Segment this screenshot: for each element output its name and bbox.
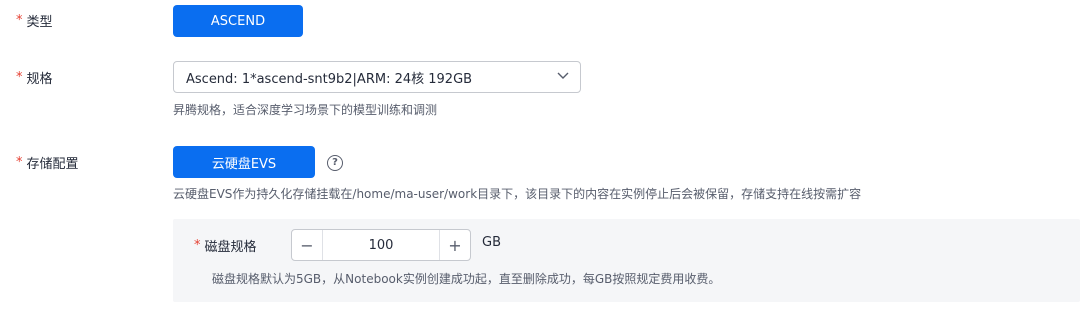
spec-label: * 规格 xyxy=(16,67,53,87)
disk-size-input[interactable]: 100 xyxy=(322,230,440,260)
disk-label: * 磁盘规格 xyxy=(194,235,257,255)
help-circle-icon[interactable]: ? xyxy=(327,155,343,171)
disk-label-text: 磁盘规格 xyxy=(204,239,257,255)
disk-hint: 磁盘规格默认为5GB，从Notebook实例创建成功起，直至删除成功，每GB按照… xyxy=(212,272,721,286)
evs-storage-button[interactable]: 云硬盘EVS xyxy=(173,146,315,178)
spec-label-text: 规格 xyxy=(26,71,53,87)
required-mark: * xyxy=(194,237,201,253)
storage-label-text: 存储配置 xyxy=(26,156,79,172)
required-mark: * xyxy=(16,69,23,85)
required-mark: * xyxy=(16,154,23,170)
storage-label: * 存储配置 xyxy=(16,152,79,172)
type-label: * 类型 xyxy=(16,10,53,30)
ascend-type-button[interactable]: ASCEND xyxy=(173,5,303,37)
increment-button[interactable]: + xyxy=(440,230,470,260)
decrement-button[interactable]: − xyxy=(292,230,322,260)
disk-size-stepper: − 100 + xyxy=(291,229,471,261)
chevron-down-icon xyxy=(556,68,570,86)
spec-select[interactable]: Ascend: 1*ascend-snt9b2|ARM: 24核 192GB xyxy=(173,61,581,93)
spec-select-value: Ascend: 1*ascend-snt9b2|ARM: 24核 192GB xyxy=(186,71,473,87)
type-label-text: 类型 xyxy=(26,14,53,30)
spec-hint: 昇腾规格，适合深度学习场景下的模型训练和调测 xyxy=(173,103,438,117)
required-mark: * xyxy=(16,12,23,28)
disk-unit: GB xyxy=(482,235,501,250)
storage-hint: 云硬盘EVS作为持久化存储挂载在/home/ma-user/work目录下，该目… xyxy=(173,187,862,201)
